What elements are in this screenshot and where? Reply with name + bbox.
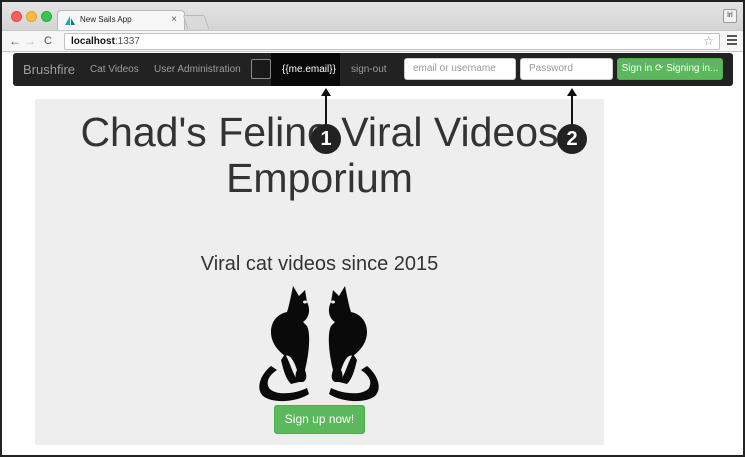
browser-tab[interactable]: New Sails App ×	[57, 10, 185, 31]
cats-silhouette-image	[259, 286, 379, 402]
bookmark-star-icon[interactable]: ☆	[703, 34, 714, 48]
callout-1-badge: 1	[311, 124, 341, 154]
maximize-window-button[interactable]	[41, 11, 52, 22]
address-bar[interactable]: localhost:1337 ☆	[64, 33, 720, 50]
sign-in-button[interactable]: Sign in ⟳ Signing in...	[617, 58, 723, 80]
close-window-button[interactable]	[11, 11, 22, 22]
minimize-window-button[interactable]	[26, 11, 37, 22]
forward-arrow-icon[interactable]: →	[24, 34, 36, 48]
back-arrow-icon[interactable]: ←	[9, 34, 21, 48]
callout-2-arrow	[567, 88, 577, 125]
callout-1-arrow	[321, 88, 331, 125]
password-field[interactable]: Password	[520, 58, 613, 80]
hamburger-menu-icon[interactable]	[727, 35, 737, 45]
page-subtitle: Viral cat videos since 2015	[200, 253, 439, 275]
tab-close-icon[interactable]: ×	[171, 14, 177, 25]
me-email-label: {{me.email}}	[282, 64, 336, 75]
tab-title: New Sails App	[80, 15, 132, 24]
avatar	[251, 59, 271, 79]
sails-logo-icon	[65, 16, 75, 25]
brand-link[interactable]: Brushfire	[23, 62, 75, 77]
sign-up-button[interactable]: Sign up now!	[274, 405, 365, 434]
browser-tabstrip: New Sails App × lrl	[2, 2, 743, 31]
browser-toolbar: ← → C localhost:1337 ☆	[2, 30, 743, 52]
page-title: Chad's Feline Viral Videos Emporium	[35, 109, 604, 201]
callout-2-badge: 2	[557, 124, 587, 154]
profile-button[interactable]: lrl	[723, 9, 737, 23]
site-navbar: Brushfire Cat Videos User Administration…	[13, 53, 733, 86]
nav-link-user-administration[interactable]: User Administration	[154, 64, 241, 75]
email-field[interactable]: email or username	[404, 58, 516, 80]
reload-icon[interactable]: C	[44, 34, 52, 48]
nav-link-me-email[interactable]: {{me.email}}	[271, 53, 340, 86]
url-text: localhost:1337	[71, 36, 140, 47]
screenshot-frame: New Sails App × lrl ← → C localhost:1337…	[0, 0, 745, 457]
nav-link-cat-videos[interactable]: Cat Videos	[90, 64, 139, 75]
page-title-line-2: Emporium	[226, 155, 413, 201]
new-tab-button[interactable]	[182, 15, 210, 29]
sign-out-link[interactable]: sign-out	[351, 64, 387, 75]
web-page: Brushfire Cat Videos User Administration…	[2, 52, 743, 455]
